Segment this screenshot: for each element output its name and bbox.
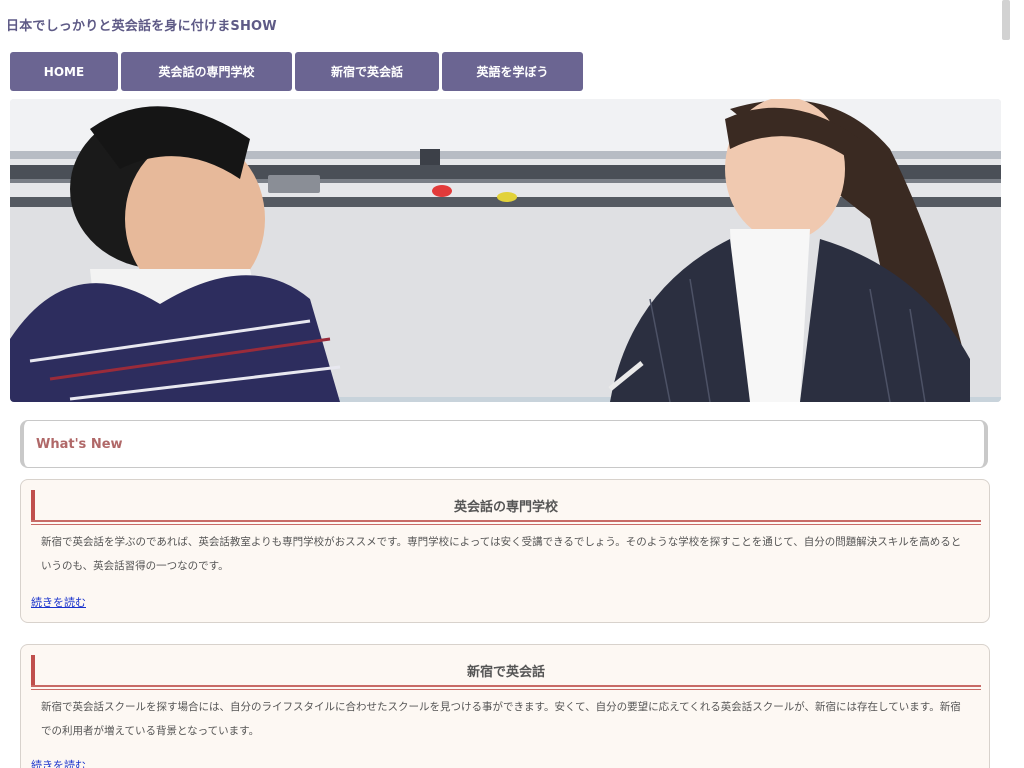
article-card: 英会話の専門学校 新宿で英会話を学ぶのであれば、英会話教室よりも専門学校がおスス… bbox=[20, 479, 990, 623]
hero-illustration bbox=[10, 99, 1001, 402]
article-title-block: 英会話の専門学校 bbox=[31, 490, 981, 525]
article-body: 新宿で英会話スクールを探す場合には、自分のライフスタイルに合わせたスクールを見つ… bbox=[41, 701, 961, 737]
title-rule-thin bbox=[31, 689, 981, 690]
whats-new-title: What's New bbox=[36, 437, 123, 452]
read-more-link[interactable]: 続きを読む bbox=[31, 594, 86, 610]
article-title: 英会話の専門学校 bbox=[453, 500, 558, 515]
article-title: 新宿で英会話 bbox=[466, 665, 545, 680]
article-body: 新宿で英会話を学ぶのであれば、英会話教室よりも専門学校がおススメです。専門学校に… bbox=[41, 536, 962, 572]
scrollbar-thumb[interactable] bbox=[1002, 0, 1010, 40]
article-card: 新宿で英会話 新宿で英会話スクールを探す場合には、自分のライフスタイルに合わせた… bbox=[20, 644, 990, 768]
title-rule bbox=[31, 685, 981, 687]
nav-eikaiwa-school[interactable]: 英会話の専門学校 bbox=[121, 52, 292, 91]
title-rule bbox=[31, 520, 981, 522]
title-rule-thin bbox=[31, 524, 981, 525]
nav-learn-english[interactable]: 英語を学ぼう bbox=[442, 52, 583, 91]
site-title[interactable]: 日本でしっかりと英会話を身に付けまSHOW bbox=[6, 15, 277, 34]
nav-shinjuku-eikaiwa[interactable]: 新宿で英会話 bbox=[295, 52, 439, 91]
hero-image bbox=[10, 99, 1001, 402]
nav-home[interactable]: HOME bbox=[10, 52, 118, 91]
read-more-link[interactable]: 続きを読む bbox=[31, 757, 86, 768]
page: 日本でしっかりと英会話を身に付けまSHOW HOME 英会話の専門学校 新宿で英… bbox=[0, 0, 1024, 768]
article-title-block: 新宿で英会話 bbox=[31, 655, 981, 690]
main-nav: HOME 英会話の専門学校 新宿で英会話 英語を学ぼう bbox=[10, 52, 583, 91]
whats-new-header: What's New bbox=[20, 420, 988, 468]
